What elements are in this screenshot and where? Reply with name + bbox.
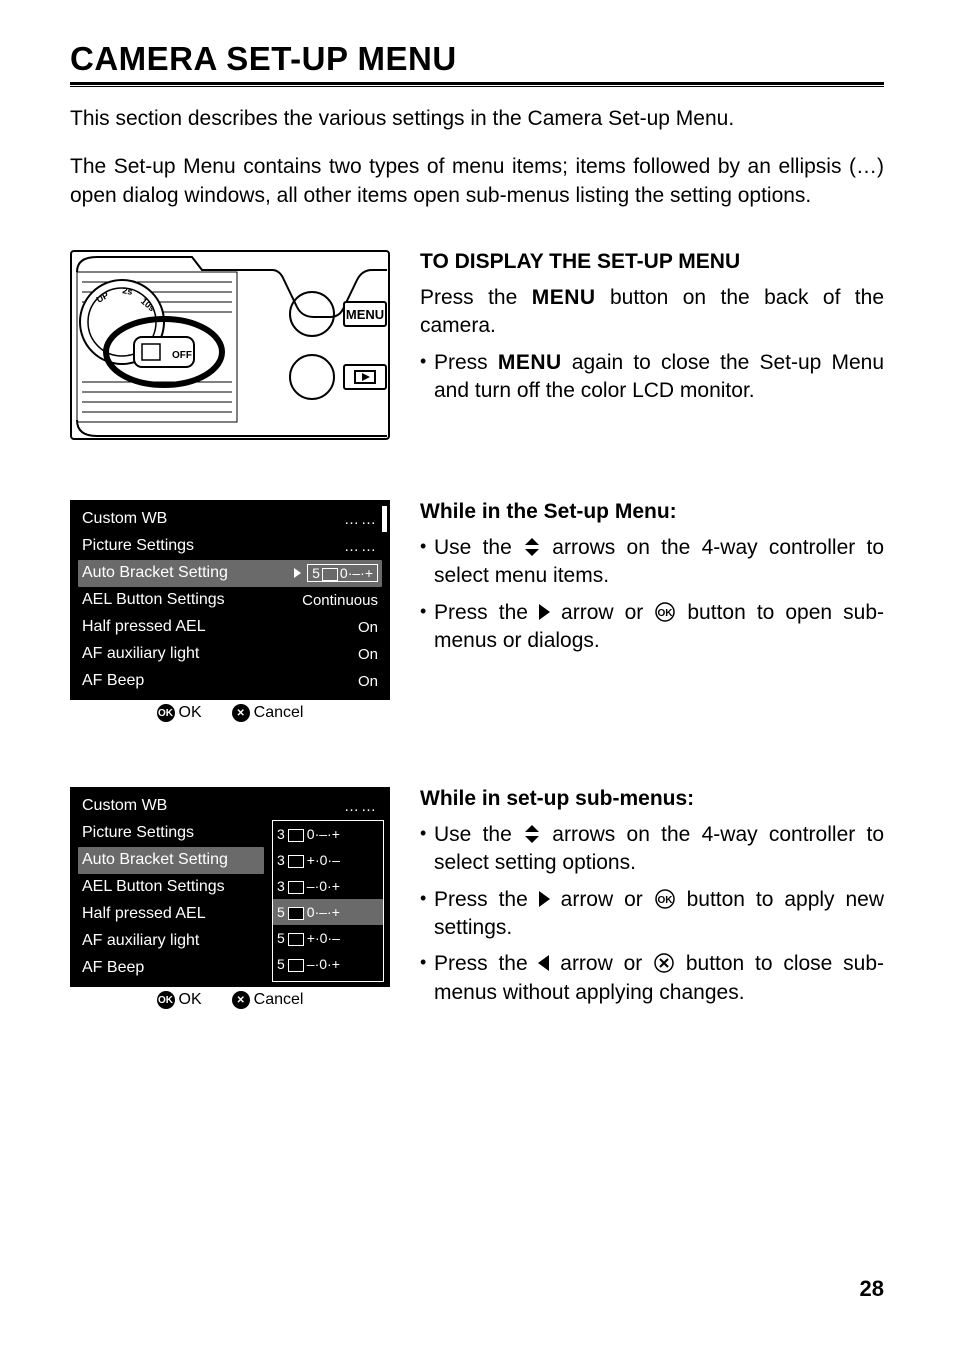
section1-body: Press the MENU button on the back of the… — [420, 284, 884, 341]
option-5-0minus-plus: 50·–·+ — [273, 899, 383, 925]
menu-row-auto-bracket: Auto Bracket Setting 5 0·–·+50·–·+ — [78, 560, 382, 587]
ok-icon: OK — [157, 704, 175, 722]
option-3-0minus-plus: 30·–·+ — [273, 821, 383, 847]
submenu-options: 30·–·+ 3+·0·– 3–·0·+ 50·–·+ 5+·0·– 5–·0·… — [272, 820, 384, 982]
intro-paragraph-2: The Set-up Menu contains two types of me… — [70, 153, 884, 210]
option-5-plus0minus: 5+·0·– — [273, 925, 383, 951]
svg-text:OFF: OFF — [172, 350, 192, 361]
submenu-row: AF Beep — [70, 955, 272, 982]
menu-row-ael-button: AEL Button SettingsContinuous — [70, 587, 390, 614]
section3-bullet-1: Use the arrows on the 4-way controller t… — [420, 821, 884, 878]
lcd-footer: OK OK ✕ Cancel — [70, 699, 390, 727]
section2-heading: While in the Set-up Menu: — [420, 500, 884, 524]
option-3-minus0plus: 3–·0·+ — [273, 873, 383, 899]
submenu-row: AF auxiliary light — [70, 928, 272, 955]
scrollbar-thumb — [382, 506, 387, 532]
page-title: CAMERA SET-UP MENU — [70, 40, 884, 78]
section2-bullet-2: Press the arrow or OK button to open sub… — [420, 599, 884, 656]
section1-heading: TO DISPLAY THE SET-UP MENU — [420, 250, 884, 274]
menu-glyph-icon: MENU — [532, 286, 596, 309]
menu-row-custom-wb: Custom WB…… — [70, 506, 390, 533]
menu-row-half-pressed-ael: Half pressed AELOn — [70, 614, 390, 641]
submenu-row: Half pressed AEL — [70, 901, 272, 928]
up-down-arrow-icon — [523, 536, 541, 559]
submenu-row: Custom WB…… — [70, 793, 390, 820]
menu-glyph-icon: MENU — [498, 351, 562, 374]
submenu-row-highlight: Auto Bracket Setting — [78, 847, 264, 874]
ok-button-icon: OK — [654, 888, 676, 911]
svg-text:OK: OK — [657, 895, 673, 906]
left-arrow-icon — [538, 955, 549, 971]
submenu-arrow-icon — [294, 568, 301, 578]
section3-bullet-3: Press the arrow or button to close sub-m… — [420, 950, 884, 1007]
section3-bullet-2: Press the arrow or OK button to apply ne… — [420, 886, 884, 943]
title-rule — [70, 82, 884, 85]
page-number: 28 — [860, 1276, 884, 1302]
submenu-row: Picture Settings — [70, 820, 272, 847]
x-button-icon — [653, 952, 675, 975]
ok-icon: OK — [157, 991, 175, 1009]
cancel-icon: ✕ — [232, 704, 250, 722]
lcd-setup-menu: Custom WB…… Picture Settings…… Auto Brac… — [70, 500, 390, 727]
right-arrow-icon — [539, 604, 550, 620]
section3-heading: While in set-up sub-menus: — [420, 787, 884, 811]
intro-paragraph-1: This section describes the various setti… — [70, 105, 884, 133]
menu-row-af-beep: AF BeepOn — [70, 668, 390, 695]
cancel-icon: ✕ — [232, 991, 250, 1009]
submenu-row: AEL Button Settings — [70, 874, 272, 901]
option-3-plus0minus: 3+·0·– — [273, 847, 383, 873]
lcd-footer: OK OK ✕ Cancel — [70, 986, 390, 1014]
svg-text:2s: 2s — [122, 285, 134, 297]
section2-bullet-1: Use the arrows on the 4-way controller t… — [420, 534, 884, 591]
svg-text:OK: OK — [658, 608, 674, 619]
ok-button-icon: OK — [654, 601, 676, 624]
bracket-value-box: 5 0·–·+50·–·+ — [307, 564, 378, 582]
menu-button-label: MENU — [346, 307, 384, 322]
menu-row-af-aux-light: AF auxiliary lightOn — [70, 641, 390, 668]
right-arrow-icon — [539, 891, 550, 907]
up-down-arrow-icon — [523, 823, 541, 846]
menu-row-picture-settings: Picture Settings…… — [70, 533, 390, 560]
option-5-minus0plus: 5–·0·+ — [273, 951, 383, 977]
camera-back-diagram: UP 2s 10s OFF MENU — [70, 250, 390, 440]
lcd-submenu: Custom WB…… Picture Settings Auto Bracke… — [70, 787, 390, 1014]
title-rule-thin — [70, 86, 884, 87]
section1-bullet-1: Press MENU again to close the Set-up Men… — [420, 349, 884, 406]
